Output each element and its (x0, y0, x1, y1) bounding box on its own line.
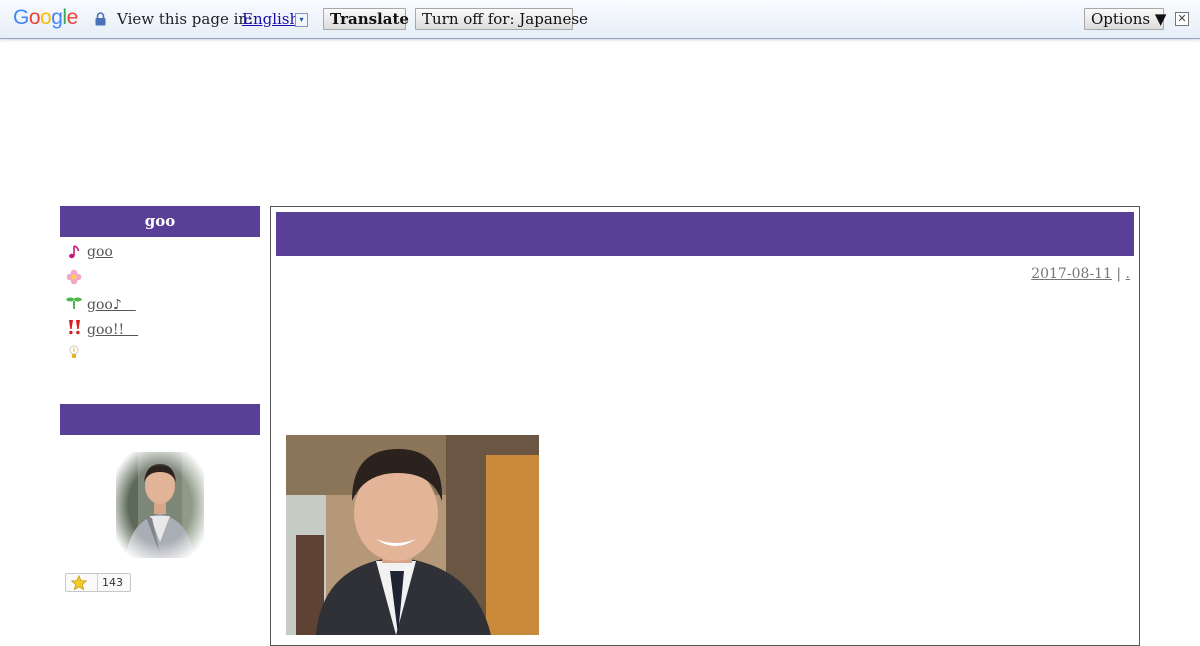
view-page-label: View this page in: (117, 10, 254, 28)
sidebar-item-sprout[interactable]: goo♪ (66, 293, 256, 318)
post-category-link[interactable]: . (1126, 266, 1130, 282)
close-icon[interactable]: ✕ (1175, 12, 1189, 26)
sidebar-item-exclaim[interactable]: goo!! (66, 318, 256, 343)
sidebar-item-label[interactable]: goo (87, 244, 113, 260)
translate-bar: Google View this page in: English ▾ Tran… (0, 0, 1200, 39)
post-photo[interactable] (286, 435, 539, 635)
sidebar-section-header (60, 404, 260, 435)
post-date-link[interactable]: 2017-08-11 (1031, 266, 1112, 282)
sidebar-item-music[interactable]: goo (66, 243, 256, 268)
language-select[interactable]: English (242, 10, 299, 28)
sidebar-item-flower[interactable] (66, 268, 256, 293)
meta-separator: | (1111, 266, 1126, 282)
post-meta: 2017-08-11 | . (1031, 266, 1130, 282)
lock-icon (95, 12, 106, 26)
sidebar-item-bulb[interactable] (66, 343, 256, 368)
star-counter-divider (97, 574, 98, 591)
star-icon (71, 575, 87, 591)
star-count: 143 (102, 576, 123, 589)
sidebar-header: goo (60, 206, 260, 237)
sidebar-item-label[interactable]: goo♪ (87, 294, 136, 314)
flower-icon (66, 269, 82, 285)
sidebar-item-label[interactable]: goo!! (87, 319, 138, 339)
google-logo: Google (13, 6, 78, 29)
post-title-bar (276, 212, 1134, 256)
star-counter[interactable]: 143 (65, 573, 131, 592)
translate-button[interactable]: Translate (323, 8, 409, 30)
sprout-icon (66, 297, 82, 309)
lightbulb-icon (69, 345, 79, 358)
chevron-down-icon[interactable]: ▾ (295, 13, 308, 27)
options-button[interactable]: Options ▼ (1084, 8, 1166, 30)
sidebar-menu: goo goo♪ goo!! (66, 243, 256, 368)
exclamation-icon (69, 320, 80, 335)
profile-photo[interactable] (116, 452, 204, 558)
turn-off-button[interactable]: Turn off for: Japanese (415, 8, 588, 30)
music-note-icon (69, 245, 80, 259)
